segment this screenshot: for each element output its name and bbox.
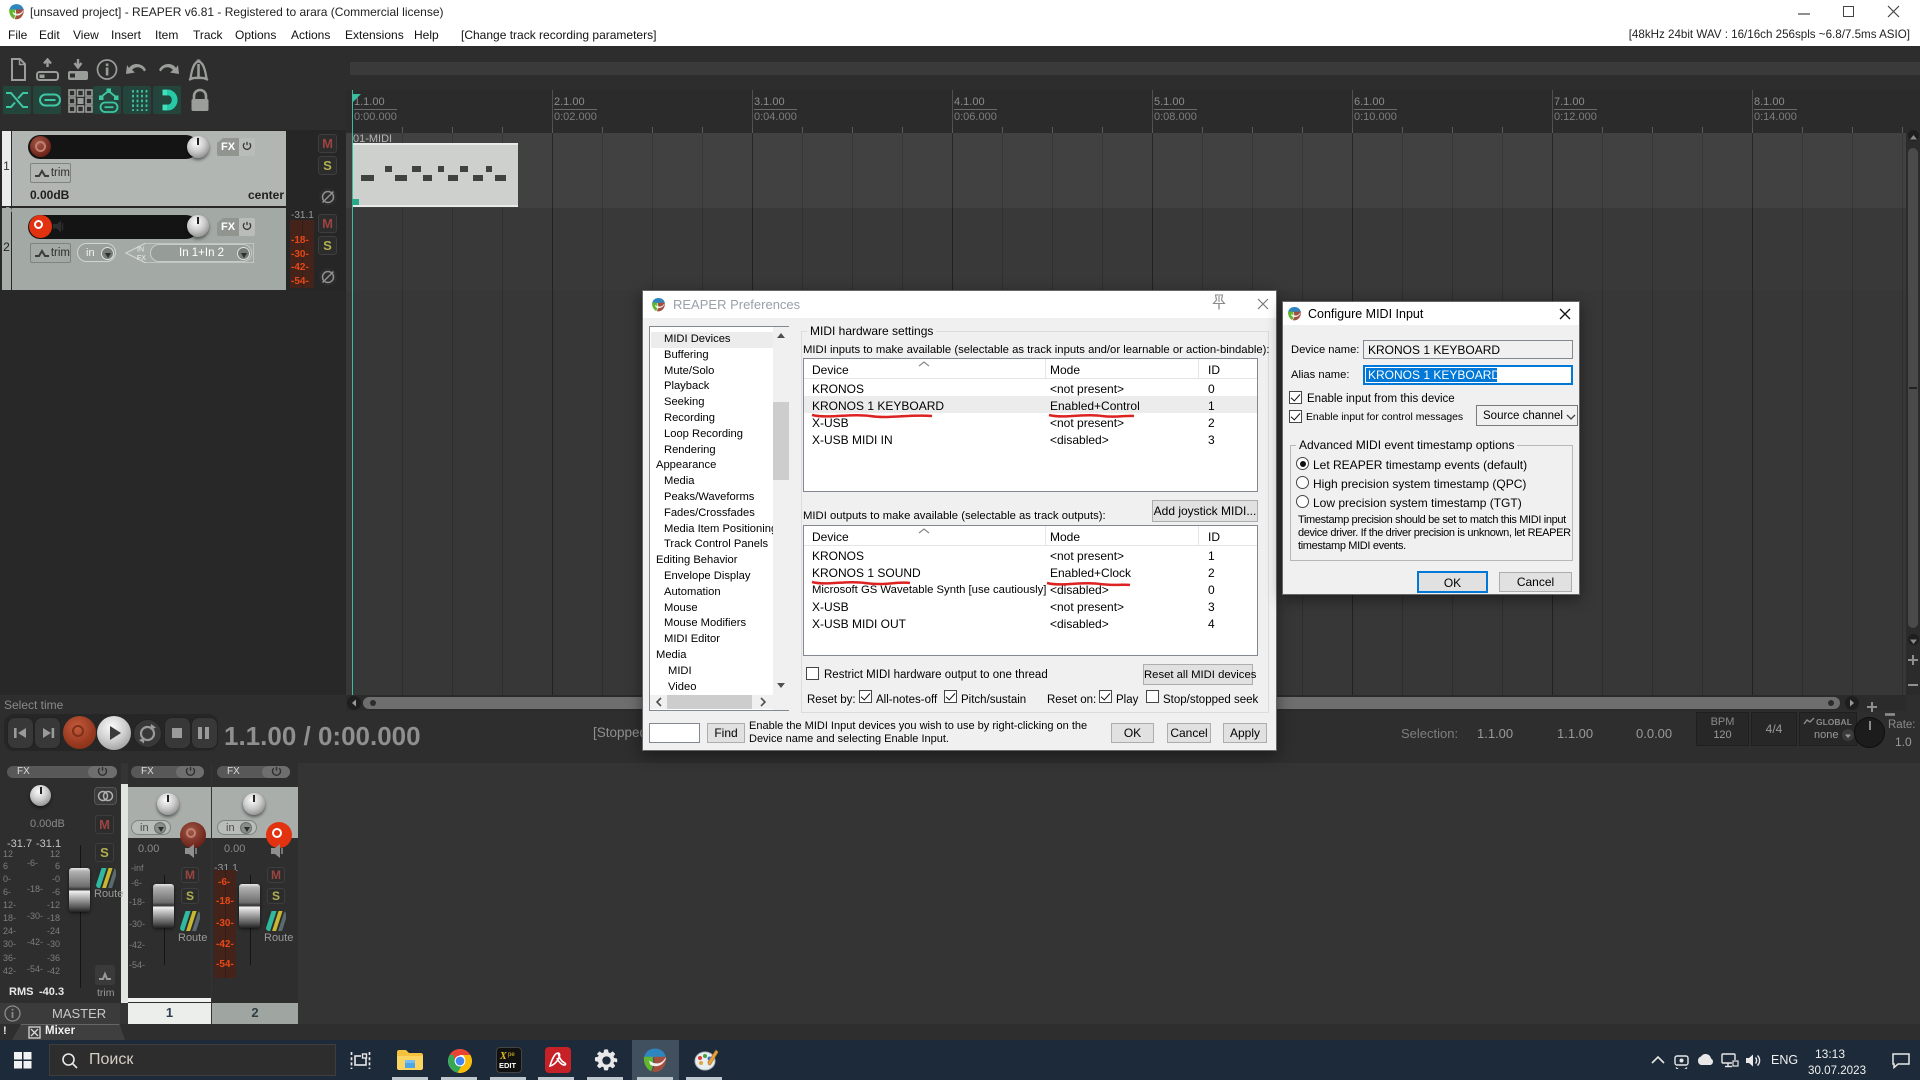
svg-text:pe: pe (508, 1052, 515, 1058)
svg-text:IN: IN (137, 247, 144, 254)
svg-text:EDIT: EDIT (499, 1061, 517, 1070)
svg-text:FX: FX (137, 255, 146, 262)
